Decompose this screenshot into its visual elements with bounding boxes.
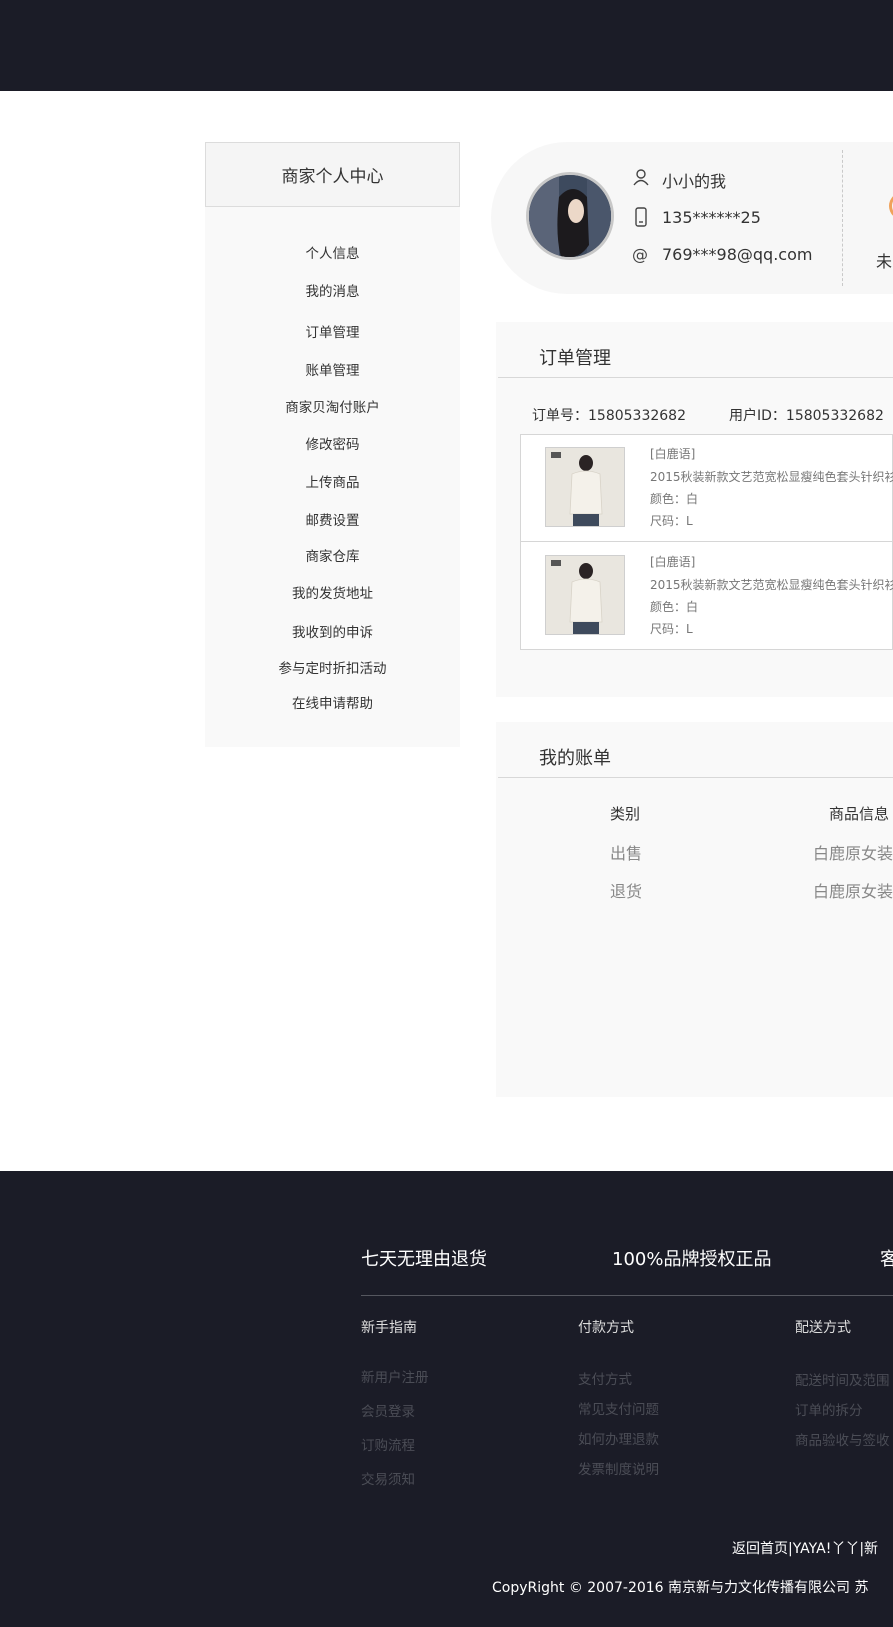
- bill-row-goods: 白鹿原女装: [813, 844, 893, 863]
- footer-link[interactable]: 发票制度说明: [578, 1458, 659, 1478]
- footer-link[interactable]: 会员登录: [361, 1400, 415, 1420]
- footer-link[interactable]: 配送时间及范围: [795, 1369, 890, 1389]
- sidebar-item-change-password[interactable]: 修改密码: [205, 433, 460, 453]
- bill-panel: [496, 722, 893, 1097]
- profile-username: 小小的我: [662, 172, 727, 191]
- sidebar-item-postage[interactable]: 邮费设置: [205, 509, 460, 529]
- bill-panel-title: 我的账单: [539, 748, 611, 769]
- sidebar-item-pay-account[interactable]: 商家贝淘付账户: [205, 396, 460, 416]
- sidebar-title: 商家个人中心: [205, 142, 460, 207]
- avatar[interactable]: [526, 172, 614, 260]
- footer-link[interactable]: 常见支付问题: [578, 1398, 659, 1418]
- footer: [0, 1171, 893, 1627]
- sidebar-item-messages[interactable]: 我的消息: [205, 280, 460, 300]
- profile-side-status: 未: [876, 252, 893, 271]
- profile-divider: [842, 150, 843, 286]
- order-item-size: 尺码：L: [650, 514, 693, 528]
- footer-link[interactable]: 商品验收与签收: [795, 1429, 890, 1449]
- footer-copyright: CopyRight © 2007-2016 南京新与力文化传播有限公司 苏: [492, 1580, 869, 1596]
- order-number: 订单号：15805332682: [532, 408, 686, 424]
- profile-phone: 135******25: [662, 208, 761, 227]
- bill-row-goods: 白鹿原女装: [813, 882, 893, 901]
- profile-email: 769***98@qq.com: [662, 245, 813, 264]
- footer-link[interactable]: 交易须知: [361, 1468, 415, 1488]
- phone-icon: [632, 207, 652, 227]
- bill-panel-divider: [498, 777, 893, 778]
- footer-link[interactable]: 如何办理退款: [578, 1428, 659, 1448]
- bill-header-goods: 商品信息: [829, 805, 890, 823]
- sidebar-item-orders[interactable]: 订单管理: [205, 321, 460, 341]
- order-item-brand: [白鹿语]: [650, 555, 696, 569]
- footer-promise-returns: 七天无理由退货: [361, 1249, 487, 1270]
- sidebar-item-online-help[interactable]: 在线申请帮助: [205, 692, 460, 712]
- footer-col-title-delivery: 配送方式: [795, 1320, 851, 1336]
- bill-header-type: 类别: [610, 805, 641, 823]
- order-item-brand: [白鹿语]: [650, 447, 696, 461]
- footer-col-title-payment: 付款方式: [578, 1320, 634, 1336]
- sidebar-item-shipping-address[interactable]: 我的发货地址: [205, 582, 460, 602]
- order-panel-title: 订单管理: [539, 348, 611, 369]
- email-icon: @: [632, 245, 648, 264]
- sidebar-item-complaints[interactable]: 我收到的申诉: [205, 621, 460, 641]
- footer-link[interactable]: 订单的拆分: [795, 1399, 863, 1419]
- sidebar-item-warehouse[interactable]: 商家仓库: [205, 545, 460, 565]
- bill-row-type: 出售: [610, 844, 643, 863]
- top-header-bar: [0, 0, 893, 91]
- order-item-color: 颜色：白: [650, 492, 699, 506]
- sidebar-item-timed-discount[interactable]: 参与定时折扣活动: [205, 657, 460, 677]
- sidebar-item-profile-info[interactable]: 个人信息: [205, 242, 460, 262]
- order-row-divider: [520, 541, 893, 542]
- order-panel-divider: [498, 377, 893, 378]
- footer-promise-service: 客: [880, 1249, 893, 1270]
- footer-promise-authentic: 100%品牌授权正品: [612, 1249, 772, 1270]
- footer-bottom-links[interactable]: 返回首页|YAYA!丫丫|新: [732, 1538, 878, 1558]
- footer-link[interactable]: 订购流程: [361, 1434, 415, 1454]
- sidebar-item-bills[interactable]: 账单管理: [205, 359, 460, 379]
- order-item-size: 尺码：L: [650, 622, 693, 636]
- user-icon: [632, 168, 652, 188]
- order-item-name[interactable]: 2015秋装新款文艺范宽松显瘦纯色套头针织衫: [650, 468, 893, 485]
- footer-link[interactable]: 支付方式: [578, 1368, 632, 1388]
- product-image[interactable]: [545, 555, 625, 635]
- product-image[interactable]: [545, 447, 625, 527]
- order-item-name[interactable]: 2015秋装新款文艺范宽松显瘦纯色套头针织衫: [650, 576, 893, 593]
- footer-link[interactable]: 新用户注册: [361, 1366, 429, 1386]
- order-user-id: 用户ID：15805332682: [729, 408, 884, 424]
- bill-row-type: 退货: [610, 882, 643, 901]
- order-item-color: 颜色：白: [650, 600, 699, 614]
- footer-col-title-guide: 新手指南: [361, 1320, 417, 1336]
- footer-divider: [361, 1295, 893, 1296]
- sidebar-item-upload-goods[interactable]: 上传商品: [205, 471, 460, 491]
